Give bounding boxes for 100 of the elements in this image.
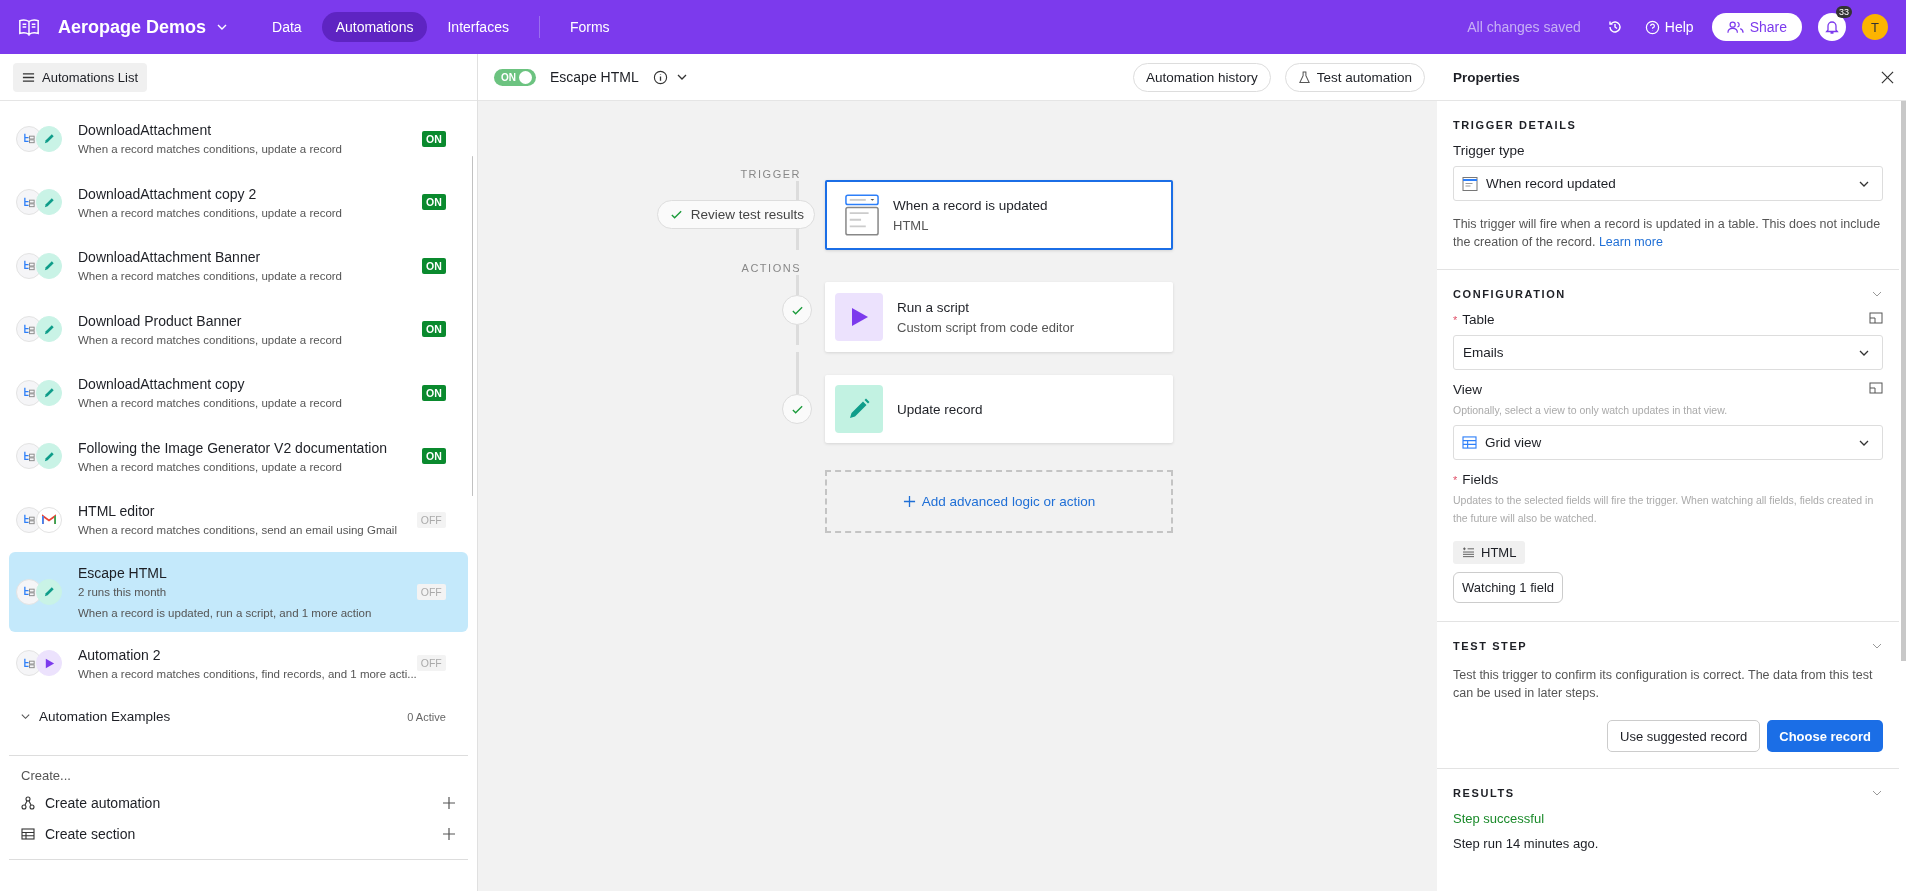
notifications-button[interactable] xyxy=(1818,13,1846,41)
chevron-down-icon[interactable] xyxy=(20,711,31,722)
step-title: Update record xyxy=(897,401,983,417)
view-select[interactable]: Grid view xyxy=(1453,425,1883,460)
automation-item[interactable]: Following the Image Generator V2 documentation When a record matches conditions, update a record ON xyxy=(0,424,468,488)
review-results-button[interactable]: Review test results xyxy=(656,200,815,229)
table-select[interactable]: Emails xyxy=(1453,335,1883,370)
help-button[interactable]: Help xyxy=(1644,19,1694,35)
result-status: Step successful xyxy=(1453,811,1546,826)
close-icon[interactable] xyxy=(1881,70,1894,84)
automation-description: When a record is updated, run a script, and 1 more action xyxy=(78,606,373,619)
add-step-button[interactable]: Add advanced logic or action xyxy=(825,470,1173,533)
create-link[interactable]: Create automation xyxy=(45,794,432,811)
check-icon xyxy=(669,208,683,221)
share-button[interactable]: Share xyxy=(1711,13,1802,41)
nav-tab[interactable]: Interfaces xyxy=(433,12,523,42)
action-card[interactable]: Run a script Custom script from code editor xyxy=(825,282,1173,352)
info-icon[interactable] xyxy=(652,69,668,85)
status-badge: OFF xyxy=(416,511,446,528)
status-badge: ON xyxy=(422,321,446,338)
automation-item[interactable]: DownloadAttachment copy 2 When a record matches conditions, update a record ON xyxy=(0,170,468,234)
status-badge: ON xyxy=(422,130,446,147)
text-icon xyxy=(1462,547,1475,558)
automation-item[interactable]: HTML editor When a record matches conditions, send an email using Gmail OFF xyxy=(0,488,468,552)
automation-description: When a record matches conditions, send an email using Gmail xyxy=(78,524,398,537)
field-chip[interactable]: HTML xyxy=(1453,541,1526,564)
save-status: All changes saved xyxy=(1467,19,1581,35)
trigger-card[interactable]: When a record is updated HTML xyxy=(825,180,1173,250)
form-icon xyxy=(845,194,879,236)
section-name[interactable]: Automation Examples xyxy=(39,709,400,724)
plus-icon[interactable] xyxy=(442,795,456,810)
status-badge: OFF xyxy=(416,583,446,600)
watching-fields-button[interactable]: Watching 1 field xyxy=(1453,572,1563,603)
notification-count: 33 xyxy=(1836,6,1852,18)
section-heading: RESULTS xyxy=(1453,787,1515,799)
run-count: 2 runs this month xyxy=(78,585,168,598)
automation-description: When a record matches conditions, update a record xyxy=(78,143,343,156)
automation-name: HTML editor xyxy=(78,503,156,520)
choose-record-button[interactable]: Choose record xyxy=(1767,720,1883,752)
user-avatar[interactable]: T xyxy=(1862,14,1888,40)
scrollbar[interactable] xyxy=(471,156,472,496)
automation-item[interactable]: Escape HTML 2 runs this month When a record is updated, run a script, and 1 more action OFF xyxy=(9,551,468,632)
field-label: Table xyxy=(1462,312,1495,327)
trigger-type-select[interactable]: When record updated xyxy=(1453,166,1883,201)
status-badge: ON xyxy=(422,448,446,465)
automation-title[interactable]: Escape HTML xyxy=(550,69,639,85)
result-detail: Step run 14 minutes ago. xyxy=(1453,836,1600,851)
automation-item[interactable]: Automation 2 When a record matches conditions, find records, and 1 more acti... OFF xyxy=(0,631,468,695)
test-description: Test this trigger to confirm its configuration is correct. The data from this test can be used in later steps. xyxy=(1453,667,1874,702)
automations-list-button[interactable]: Automations List xyxy=(13,62,148,92)
history-icon[interactable] xyxy=(1606,19,1623,35)
bell-icon xyxy=(1824,19,1840,35)
expand-icon[interactable] xyxy=(1869,311,1883,324)
nav-tab[interactable]: Automations xyxy=(321,12,428,42)
step-title: Run a script xyxy=(897,299,971,315)
create-link[interactable]: Create section xyxy=(45,825,432,842)
automation-name: Following the Image Generator V2 documentation xyxy=(78,439,388,456)
table-icon xyxy=(21,826,35,841)
status-badge: ON xyxy=(422,194,446,211)
automation-item[interactable]: DownloadAttachment When a record matches conditions, update a record ON xyxy=(0,107,468,171)
actions-label: ACTIONS xyxy=(741,262,801,275)
learn-more-link[interactable]: Learn more xyxy=(1598,235,1663,249)
nav-tab[interactable]: Forms xyxy=(555,12,624,42)
book-icon[interactable] xyxy=(18,16,40,38)
automation-description: When a record matches conditions, update a record xyxy=(78,206,343,219)
scrollbar[interactable] xyxy=(1901,101,1906,661)
help-icon xyxy=(1644,19,1660,35)
people-icon xyxy=(1726,20,1744,34)
plus-icon[interactable] xyxy=(442,826,456,841)
step-subtitle: Custom script from code editor xyxy=(897,319,1074,335)
automation-item[interactable]: Download Product Banner When a record matches conditions, update a record ON xyxy=(0,297,468,361)
nodes-icon xyxy=(21,795,35,810)
base-name[interactable]: Aeropage Demos xyxy=(58,16,207,38)
automation-name: Download Product Banner xyxy=(78,312,243,329)
automation-description: When a record matches conditions, update a record xyxy=(78,460,343,473)
status-badge: OFF xyxy=(416,655,446,672)
automation-history-button[interactable]: Automation history xyxy=(1132,62,1271,92)
automation-item[interactable]: DownloadAttachment Banner When a record matches conditions, update a record ON xyxy=(0,234,468,298)
expand-icon[interactable] xyxy=(1869,381,1883,394)
section-heading: TEST STEP xyxy=(1453,640,1528,652)
flask-icon xyxy=(1297,70,1311,84)
automation-name: DownloadAttachment Banner xyxy=(78,249,262,266)
required-marker: * xyxy=(1453,313,1458,326)
automation-name: DownloadAttachment copy xyxy=(78,376,246,393)
automation-description: When a record matches conditions, update a record xyxy=(78,333,343,346)
nav-tab[interactable]: Data xyxy=(258,12,316,42)
required-marker: * xyxy=(1453,473,1458,486)
field-label: Fields xyxy=(1462,472,1499,487)
trigger-description: This trigger will fire when a record is updated in a table. This does not include the creation of the record. Learn more xyxy=(1453,216,1882,251)
use-suggested-button[interactable]: Use suggested record xyxy=(1607,720,1761,752)
form-icon xyxy=(1462,175,1478,192)
automation-name: DownloadAttachment xyxy=(78,122,213,139)
action-card[interactable]: Update record xyxy=(825,375,1173,443)
automation-description: When a record matches conditions, find records, and 1 more acti... xyxy=(78,667,417,680)
automation-description: When a record matches conditions, update a record xyxy=(78,270,343,283)
test-automation-button[interactable]: Test automation xyxy=(1284,62,1425,92)
plus-icon xyxy=(902,495,916,508)
section-heading: CONFIGURATION xyxy=(1453,288,1566,300)
automation-item[interactable]: DownloadAttachment copy When a record matches conditions, update a record ON xyxy=(0,361,468,425)
field-label: View xyxy=(1453,382,1483,397)
